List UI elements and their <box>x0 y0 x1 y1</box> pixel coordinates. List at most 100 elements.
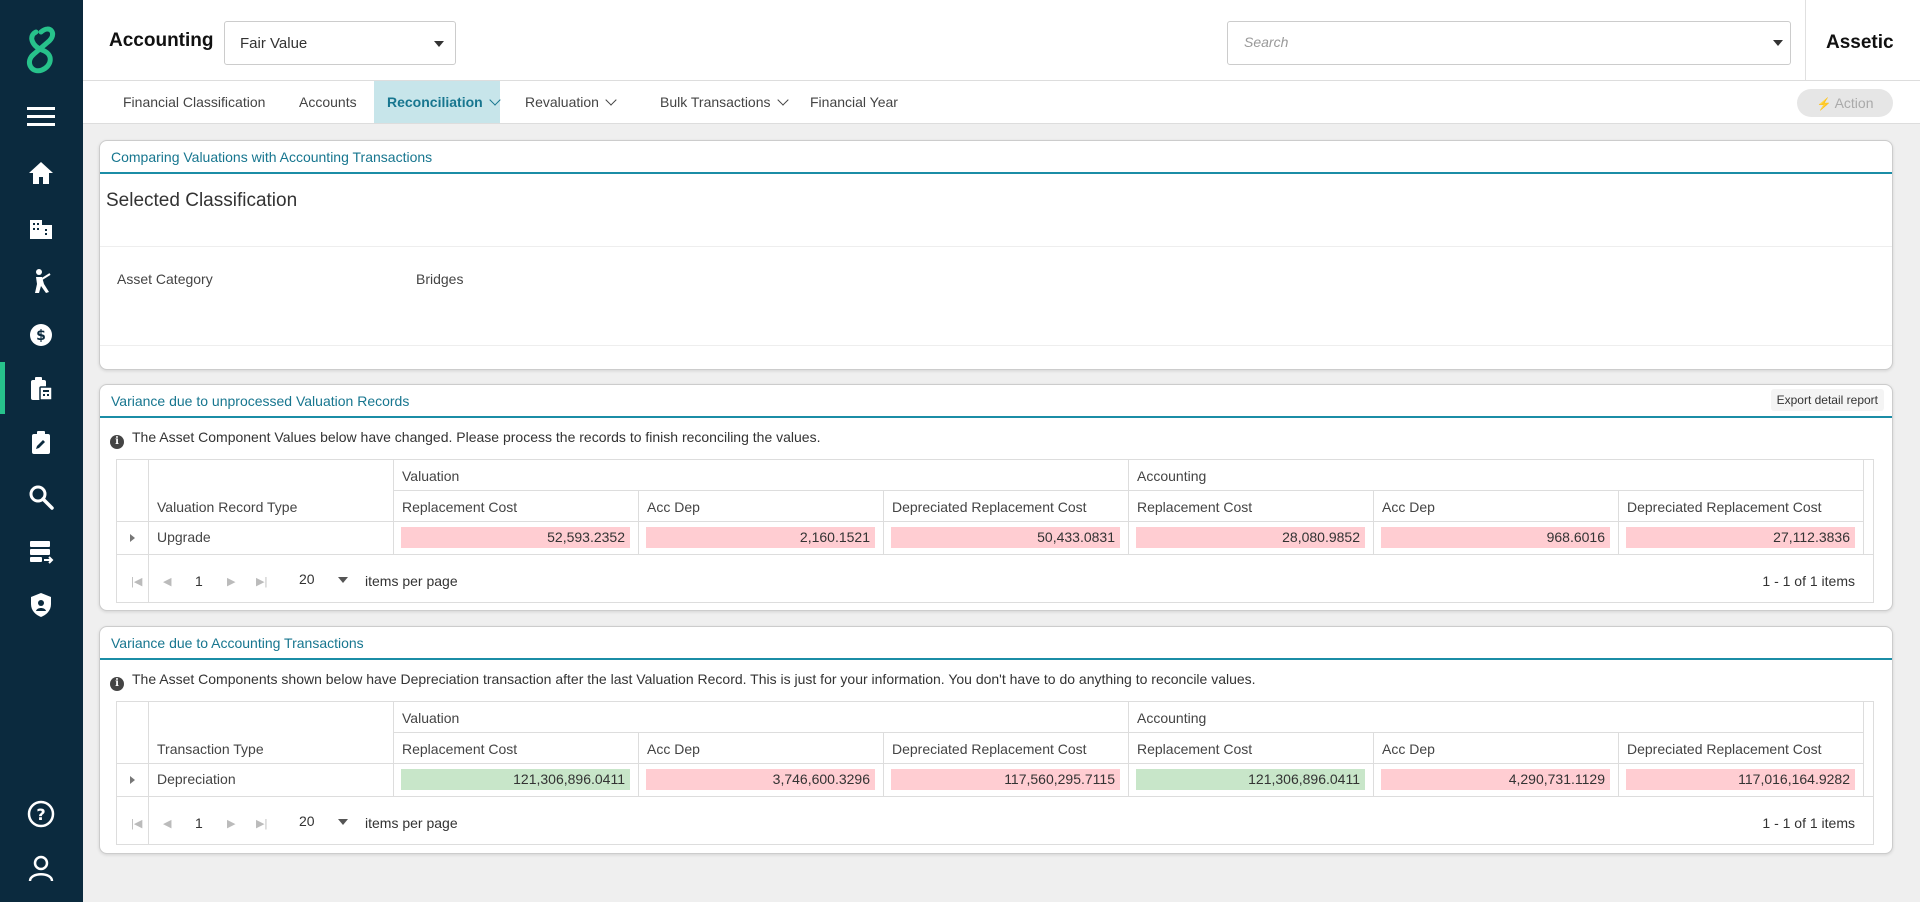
module-select[interactable]: Fair Value <box>224 21 456 65</box>
value-cell: 4,290,731.1129 <box>1381 769 1610 790</box>
page-size-select[interactable]: 20 <box>299 813 315 829</box>
next-page-icon[interactable]: ▶ <box>227 575 235 588</box>
transactions-variance-panel: Variance due to Accounting Transactions … <box>99 626 1893 854</box>
buildings-icon[interactable] <box>26 212 56 242</box>
assetic-logo-icon[interactable] <box>20 24 62 76</box>
value-cell: 121,306,896.0411 <box>1136 769 1365 790</box>
pager-range: 1 - 1 of 1 items <box>1762 815 1855 831</box>
module-title: Accounting <box>109 30 214 51</box>
row-label: Upgrade <box>157 529 211 545</box>
first-page-icon[interactable]: |◀ <box>131 817 142 830</box>
column-header-record-type[interactable]: Valuation Record Type <box>157 499 297 515</box>
first-page-icon[interactable]: |◀ <box>131 575 142 588</box>
column-header-depreciated-replacement-cost[interactable]: Depreciated Replacement Cost <box>892 741 1087 757</box>
tab-label: Accounts <box>299 94 357 110</box>
tab-bulk-transactions[interactable]: Bulk Transactions <box>647 81 800 123</box>
header-divider <box>1805 0 1806 80</box>
items-per-page-label: items per page <box>365 573 458 589</box>
action-button[interactable]: ⚡ Action <box>1797 89 1893 117</box>
transactions-grid: Valuation Accounting Transaction Type Re… <box>116 701 1874 845</box>
accounting-icon[interactable] <box>26 374 56 404</box>
column-header-acc-dep[interactable]: Acc Dep <box>1382 741 1435 757</box>
search-box[interactable] <box>1227 21 1791 65</box>
tab-financial-classification[interactable]: Financial Classification <box>110 81 278 123</box>
last-page-icon[interactable]: ▶| <box>256 575 267 588</box>
panel-header: Comparing Valuations with Accounting Tra… <box>100 141 1892 174</box>
column-header-depreciated-replacement-cost[interactable]: Depreciated Replacement Cost <box>892 499 1087 515</box>
export-detail-report-button[interactable]: Export detail report <box>1770 389 1884 411</box>
section-divider <box>100 246 1892 247</box>
tab-label: Financial Year <box>810 94 898 110</box>
task-clipboard-icon[interactable] <box>26 428 56 458</box>
expand-row-icon[interactable] <box>130 776 135 784</box>
finance-icon[interactable]: $ <box>26 320 56 350</box>
panel-title: Comparing Valuations with Accounting Tra… <box>111 149 433 165</box>
current-page[interactable]: 1 <box>195 815 203 831</box>
chevron-down-icon[interactable] <box>338 577 348 583</box>
panel-title: Variance due to Accounting Transactions <box>111 635 364 651</box>
info-text: The Asset Component Values below have ch… <box>132 429 821 445</box>
tab-reconciliation[interactable]: Reconciliation <box>374 81 501 123</box>
panel-title: Variance due to unprocessed Valuation Re… <box>111 393 410 409</box>
column-header-transaction-type[interactable]: Transaction Type <box>157 741 264 757</box>
value-cell: 27,112.3836 <box>1626 527 1855 548</box>
group-header-valuation: Valuation <box>402 710 460 726</box>
section-divider <box>100 345 1892 346</box>
brand-name: Assetic <box>1826 32 1894 53</box>
column-header-acc-dep[interactable]: Acc Dep <box>647 741 700 757</box>
column-header-depreciated-replacement-cost[interactable]: Depreciated Replacement Cost <box>1627 741 1822 757</box>
chevron-down-icon[interactable] <box>338 819 348 825</box>
search-input[interactable] <box>1242 33 1746 51</box>
next-page-icon[interactable]: ▶ <box>227 817 235 830</box>
last-page-icon[interactable]: ▶| <box>256 817 267 830</box>
column-header-acc-dep[interactable]: Acc Dep <box>647 499 700 515</box>
column-header-replacement-cost[interactable]: Replacement Cost <box>1137 499 1252 515</box>
value-cell: 52,593.2352 <box>401 527 630 548</box>
value-cell: 117,560,295.7115 <box>891 769 1120 790</box>
column-header-replacement-cost[interactable]: Replacement Cost <box>402 741 517 757</box>
valuation-grid: Valuation Accounting Valuation Record Ty… <box>116 459 1874 603</box>
svg-text:?: ? <box>36 805 45 824</box>
current-page[interactable]: 1 <box>195 573 203 589</box>
prev-page-icon[interactable]: ◀ <box>163 575 171 588</box>
expand-row-icon[interactable] <box>130 534 135 542</box>
tab-label: Bulk Transactions <box>660 94 771 110</box>
page-size-select[interactable]: 20 <box>299 571 315 587</box>
worker-icon[interactable] <box>26 266 56 296</box>
tab-financial-year[interactable]: Financial Year <box>797 81 911 123</box>
tab-bar: Financial Classification Accounts Reconc… <box>83 81 1920 124</box>
info-text: The Asset Components shown below have De… <box>132 671 1256 687</box>
tab-revaluation[interactable]: Revaluation <box>512 81 628 123</box>
items-per-page-label: items per page <box>365 815 458 831</box>
chevron-down-icon[interactable] <box>1773 40 1783 46</box>
search-icon[interactable] <box>26 482 56 512</box>
info-icon: i <box>110 435 124 449</box>
info-message: i The Asset Component Values below have c… <box>110 429 820 449</box>
security-shield-icon[interactable] <box>26 590 56 620</box>
prev-page-icon[interactable]: ◀ <box>163 817 171 830</box>
active-indicator <box>0 362 5 414</box>
column-header-acc-dep[interactable]: Acc Dep <box>1382 499 1435 515</box>
menu-icon[interactable] <box>26 102 56 132</box>
column-header-depreciated-replacement-cost[interactable]: Depreciated Replacement Cost <box>1627 499 1822 515</box>
valuation-variance-panel: Variance due to unprocessed Valuation Re… <box>99 384 1893 611</box>
selected-classification-title: Selected Classification <box>106 190 298 211</box>
lightning-icon: ⚡ <box>1816 97 1832 111</box>
column-header-replacement-cost[interactable]: Replacement Cost <box>1137 741 1252 757</box>
value-cell: 121,306,896.0411 <box>401 769 630 790</box>
info-icon: i <box>110 677 124 691</box>
data-exchange-icon[interactable] <box>26 536 56 566</box>
column-header-replacement-cost[interactable]: Replacement Cost <box>402 499 517 515</box>
user-profile-icon[interactable] <box>26 853 56 883</box>
top-bar: Accounting Fair Value Assetic <box>83 0 1920 81</box>
value-cell: 3,746,600.3296 <box>646 769 875 790</box>
help-icon[interactable]: ? <box>26 799 56 829</box>
chevron-down-icon <box>776 94 789 106</box>
group-header-accounting: Accounting <box>1137 468 1207 484</box>
tab-accounts[interactable]: Accounts <box>286 81 370 123</box>
home-icon[interactable] <box>26 158 56 188</box>
value-cell: 50,433.0831 <box>891 527 1120 548</box>
field-value: Bridges <box>416 271 464 287</box>
tab-label: Reconciliation <box>387 94 483 110</box>
svg-text:$: $ <box>36 328 46 344</box>
